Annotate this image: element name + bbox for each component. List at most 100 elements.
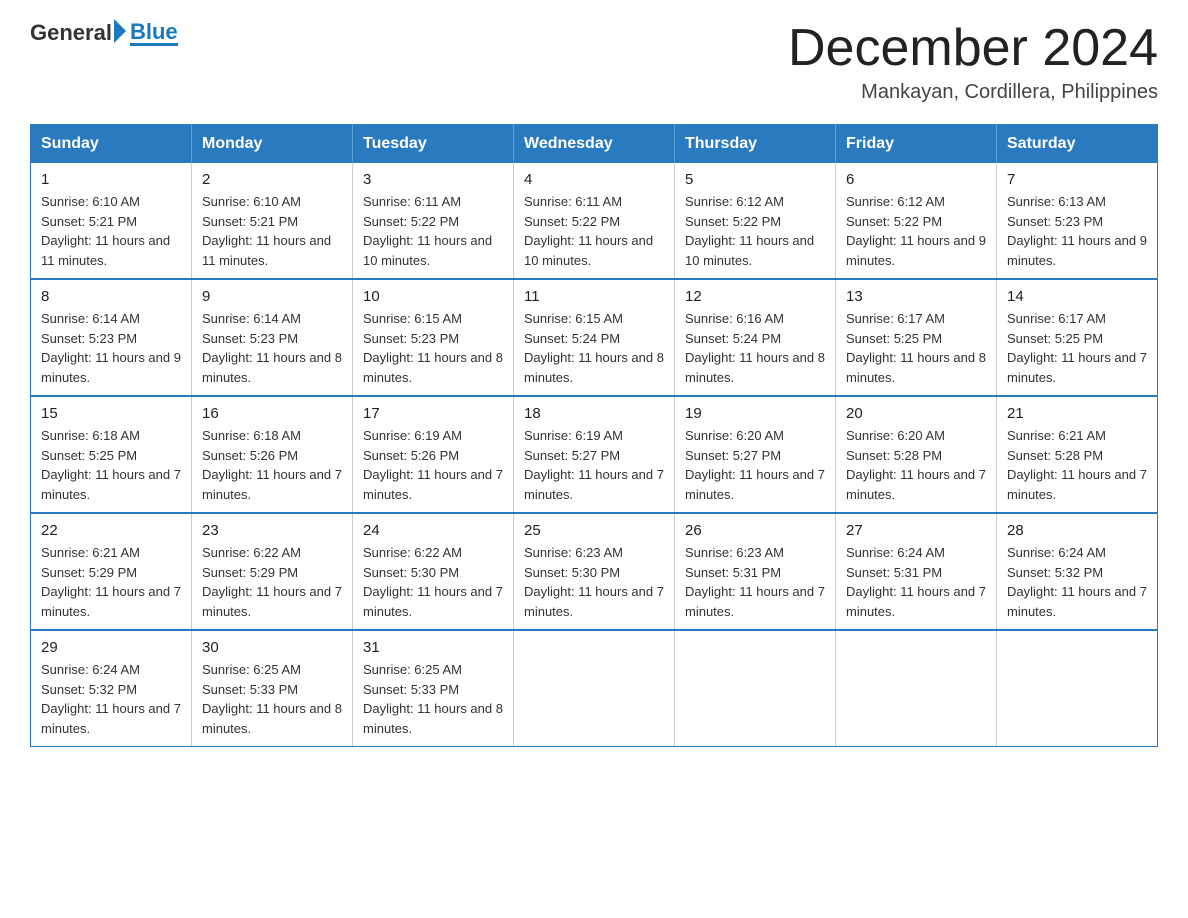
day-number: 24	[363, 522, 503, 539]
logo: General Blue	[30, 20, 178, 46]
day-info: Sunrise: 6:22 AMSunset: 5:29 PMDaylight:…	[202, 543, 342, 621]
day-info: Sunrise: 6:11 AMSunset: 5:22 PMDaylight:…	[524, 192, 664, 270]
calendar-week-5: 29 Sunrise: 6:24 AMSunset: 5:32 PMDaylig…	[31, 630, 1158, 747]
day-info: Sunrise: 6:22 AMSunset: 5:30 PMDaylight:…	[363, 543, 503, 621]
calendar-cell-w5-d3: 31 Sunrise: 6:25 AMSunset: 5:33 PMDaylig…	[353, 630, 514, 747]
title-block: December 2024 Mankayan, Cordillera, Phil…	[788, 20, 1158, 104]
header-monday: Monday	[192, 125, 353, 164]
logo-triangle-icon	[114, 19, 126, 43]
day-number: 26	[685, 522, 825, 539]
header-tuesday: Tuesday	[353, 125, 514, 164]
calendar-cell-w5-d2: 30 Sunrise: 6:25 AMSunset: 5:33 PMDaylig…	[192, 630, 353, 747]
day-info: Sunrise: 6:15 AMSunset: 5:24 PMDaylight:…	[524, 309, 664, 387]
calendar-cell-w2-d4: 11 Sunrise: 6:15 AMSunset: 5:24 PMDaylig…	[514, 279, 675, 396]
day-info: Sunrise: 6:21 AMSunset: 5:29 PMDaylight:…	[41, 543, 181, 621]
calendar-cell-w1-d4: 4 Sunrise: 6:11 AMSunset: 5:22 PMDayligh…	[514, 163, 675, 279]
header-thursday: Thursday	[675, 125, 836, 164]
day-number: 8	[41, 288, 181, 305]
calendar-cell-w3-d1: 15 Sunrise: 6:18 AMSunset: 5:25 PMDaylig…	[31, 396, 192, 513]
day-number: 31	[363, 639, 503, 656]
calendar-cell-w3-d7: 21 Sunrise: 6:21 AMSunset: 5:28 PMDaylig…	[997, 396, 1158, 513]
day-info: Sunrise: 6:23 AMSunset: 5:30 PMDaylight:…	[524, 543, 664, 621]
calendar-cell-w1-d7: 7 Sunrise: 6:13 AMSunset: 5:23 PMDayligh…	[997, 163, 1158, 279]
day-number: 16	[202, 405, 342, 422]
day-number: 7	[1007, 171, 1147, 188]
day-info: Sunrise: 6:11 AMSunset: 5:22 PMDaylight:…	[363, 192, 503, 270]
calendar-cell-w5-d7	[997, 630, 1158, 747]
day-number: 12	[685, 288, 825, 305]
day-info: Sunrise: 6:18 AMSunset: 5:26 PMDaylight:…	[202, 426, 342, 504]
day-number: 28	[1007, 522, 1147, 539]
header-wednesday: Wednesday	[514, 125, 675, 164]
day-number: 17	[363, 405, 503, 422]
calendar-subtitle: Mankayan, Cordillera, Philippines	[788, 81, 1158, 104]
calendar-cell-w4-d5: 26 Sunrise: 6:23 AMSunset: 5:31 PMDaylig…	[675, 513, 836, 630]
day-number: 27	[846, 522, 986, 539]
day-info: Sunrise: 6:25 AMSunset: 5:33 PMDaylight:…	[202, 660, 342, 738]
day-number: 19	[685, 405, 825, 422]
day-info: Sunrise: 6:10 AMSunset: 5:21 PMDaylight:…	[41, 192, 181, 270]
day-info: Sunrise: 6:14 AMSunset: 5:23 PMDaylight:…	[41, 309, 181, 387]
calendar-cell-w5-d6	[836, 630, 997, 747]
day-info: Sunrise: 6:14 AMSunset: 5:23 PMDaylight:…	[202, 309, 342, 387]
day-info: Sunrise: 6:20 AMSunset: 5:28 PMDaylight:…	[846, 426, 986, 504]
calendar-table: Sunday Monday Tuesday Wednesday Thursday…	[30, 124, 1158, 747]
day-info: Sunrise: 6:17 AMSunset: 5:25 PMDaylight:…	[1007, 309, 1147, 387]
day-number: 29	[41, 639, 181, 656]
header-saturday: Saturday	[997, 125, 1158, 164]
day-number: 5	[685, 171, 825, 188]
calendar-cell-w2-d3: 10 Sunrise: 6:15 AMSunset: 5:23 PMDaylig…	[353, 279, 514, 396]
day-info: Sunrise: 6:24 AMSunset: 5:32 PMDaylight:…	[1007, 543, 1147, 621]
day-info: Sunrise: 6:24 AMSunset: 5:32 PMDaylight:…	[41, 660, 181, 738]
day-number: 11	[524, 288, 664, 305]
calendar-header-row: Sunday Monday Tuesday Wednesday Thursday…	[31, 125, 1158, 164]
day-info: Sunrise: 6:15 AMSunset: 5:23 PMDaylight:…	[363, 309, 503, 387]
calendar-cell-w5-d4	[514, 630, 675, 747]
day-number: 4	[524, 171, 664, 188]
calendar-cell-w2-d7: 14 Sunrise: 6:17 AMSunset: 5:25 PMDaylig…	[997, 279, 1158, 396]
day-number: 15	[41, 405, 181, 422]
day-info: Sunrise: 6:23 AMSunset: 5:31 PMDaylight:…	[685, 543, 825, 621]
day-number: 13	[846, 288, 986, 305]
calendar-week-4: 22 Sunrise: 6:21 AMSunset: 5:29 PMDaylig…	[31, 513, 1158, 630]
logo-blue-text: Blue	[130, 21, 178, 43]
calendar-cell-w3-d2: 16 Sunrise: 6:18 AMSunset: 5:26 PMDaylig…	[192, 396, 353, 513]
page-header: General Blue December 2024 Mankayan, Cor…	[30, 20, 1158, 104]
calendar-cell-w4-d1: 22 Sunrise: 6:21 AMSunset: 5:29 PMDaylig…	[31, 513, 192, 630]
calendar-cell-w2-d2: 9 Sunrise: 6:14 AMSunset: 5:23 PMDayligh…	[192, 279, 353, 396]
calendar-cell-w1-d3: 3 Sunrise: 6:11 AMSunset: 5:22 PMDayligh…	[353, 163, 514, 279]
calendar-cell-w4-d4: 25 Sunrise: 6:23 AMSunset: 5:30 PMDaylig…	[514, 513, 675, 630]
calendar-cell-w2-d6: 13 Sunrise: 6:17 AMSunset: 5:25 PMDaylig…	[836, 279, 997, 396]
calendar-week-3: 15 Sunrise: 6:18 AMSunset: 5:25 PMDaylig…	[31, 396, 1158, 513]
day-number: 25	[524, 522, 664, 539]
calendar-cell-w5-d5	[675, 630, 836, 747]
calendar-week-1: 1 Sunrise: 6:10 AMSunset: 5:21 PMDayligh…	[31, 163, 1158, 279]
calendar-cell-w1-d5: 5 Sunrise: 6:12 AMSunset: 5:22 PMDayligh…	[675, 163, 836, 279]
day-info: Sunrise: 6:19 AMSunset: 5:27 PMDaylight:…	[524, 426, 664, 504]
day-info: Sunrise: 6:25 AMSunset: 5:33 PMDaylight:…	[363, 660, 503, 738]
day-number: 1	[41, 171, 181, 188]
calendar-cell-w1-d1: 1 Sunrise: 6:10 AMSunset: 5:21 PMDayligh…	[31, 163, 192, 279]
day-info: Sunrise: 6:12 AMSunset: 5:22 PMDaylight:…	[685, 192, 825, 270]
logo-underline	[130, 43, 178, 46]
day-info: Sunrise: 6:16 AMSunset: 5:24 PMDaylight:…	[685, 309, 825, 387]
day-number: 22	[41, 522, 181, 539]
header-friday: Friday	[836, 125, 997, 164]
calendar-title: December 2024	[788, 20, 1158, 77]
calendar-week-2: 8 Sunrise: 6:14 AMSunset: 5:23 PMDayligh…	[31, 279, 1158, 396]
day-number: 14	[1007, 288, 1147, 305]
day-info: Sunrise: 6:13 AMSunset: 5:23 PMDaylight:…	[1007, 192, 1147, 270]
logo-general-text: General	[30, 20, 112, 46]
day-number: 18	[524, 405, 664, 422]
calendar-cell-w4-d2: 23 Sunrise: 6:22 AMSunset: 5:29 PMDaylig…	[192, 513, 353, 630]
day-info: Sunrise: 6:18 AMSunset: 5:25 PMDaylight:…	[41, 426, 181, 504]
day-number: 30	[202, 639, 342, 656]
day-number: 21	[1007, 405, 1147, 422]
day-number: 20	[846, 405, 986, 422]
calendar-cell-w4-d7: 28 Sunrise: 6:24 AMSunset: 5:32 PMDaylig…	[997, 513, 1158, 630]
calendar-cell-w3-d4: 18 Sunrise: 6:19 AMSunset: 5:27 PMDaylig…	[514, 396, 675, 513]
day-info: Sunrise: 6:12 AMSunset: 5:22 PMDaylight:…	[846, 192, 986, 270]
calendar-cell-w4-d6: 27 Sunrise: 6:24 AMSunset: 5:31 PMDaylig…	[836, 513, 997, 630]
calendar-cell-w3-d5: 19 Sunrise: 6:20 AMSunset: 5:27 PMDaylig…	[675, 396, 836, 513]
calendar-cell-w3-d3: 17 Sunrise: 6:19 AMSunset: 5:26 PMDaylig…	[353, 396, 514, 513]
